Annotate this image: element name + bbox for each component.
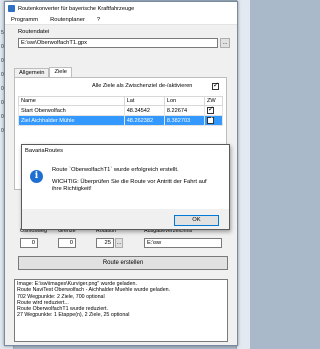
cell-zw [204, 105, 223, 116]
menu-bar: Programm Routenplaner ? [5, 15, 237, 25]
cell-lat: 48.262382 [123, 115, 165, 126]
route-file-input[interactable]: E:\sw\OberwolfachT1.gpx [18, 38, 218, 48]
background-window-right [236, 0, 250, 349]
zw-checkbox[interactable] [207, 116, 214, 124]
title-bar: Routenkonverter für bayerische Kraftfahr… [5, 2, 237, 15]
cell-lon: 8.382703 [163, 115, 206, 126]
stopover-toggle-label: Alle Ziele als Zwischenziel de-/aktivier… [92, 83, 193, 89]
dialog-title: BavariaRoutes [22, 145, 229, 157]
output-dir-input[interactable]: E:\sw [144, 238, 222, 248]
ok-button[interactable]: OK [174, 215, 219, 226]
route-file-browse-button[interactable]: ... [220, 38, 230, 48]
log-output[interactable]: Image: E:\sw\images\Kurviger.png" wurde … [14, 279, 228, 342]
dialog-message: Route `OberwolfachT1` wurde erfolgreich … [52, 167, 179, 173]
app-icon [8, 5, 15, 12]
column-header-zw[interactable]: ZW [204, 96, 223, 106]
dialog-warning-line1: WICHTIG: Überprüfen Sie die Route vor An… [52, 179, 207, 185]
osmosweg-input[interactable]: 0 [20, 238, 38, 248]
stopover-toggle-checkbox[interactable] [212, 82, 219, 90]
menu-programm[interactable]: Programm [5, 17, 44, 23]
zw-checkbox[interactable] [207, 106, 214, 114]
cell-lat: 48.34542 [123, 105, 165, 116]
cell-lon: 8.22674 [163, 105, 206, 116]
route-file-label: Routendatei [18, 29, 50, 35]
dialog-warning-line2: ihre Richtigkeit! [52, 186, 92, 192]
column-header-name[interactable]: Name [18, 96, 125, 106]
table-row[interactable]: Start Oberwolfach 48.34542 8.22674 [18, 105, 223, 116]
column-header-lat[interactable]: Lat [123, 96, 165, 106]
destinations-table: Name Lat Lon ZW Start Oberwolfach 48.345… [18, 96, 223, 126]
cell-name: Start Oberwolfach [18, 105, 125, 116]
create-route-button[interactable]: Route erstellen [18, 256, 228, 270]
window-title: Routenkonverter für bayerische Kraftfahr… [18, 5, 135, 12]
info-icon: i [30, 170, 43, 183]
menu-routenplaner[interactable]: Routenplaner [44, 17, 91, 23]
cell-zw [204, 115, 223, 126]
cell-name: Ziel Aichhalder Mühle [18, 115, 125, 126]
menu-help[interactable]: ? [91, 17, 106, 23]
rotation-input[interactable]: 25 [96, 238, 114, 248]
table-header-row: Name Lat Lon ZW [18, 96, 223, 106]
message-dialog: BavariaRoutes i Route `OberwolfachT1` wu… [21, 144, 230, 230]
column-header-lon[interactable]: Lon [163, 96, 206, 106]
grenze-input[interactable]: 0 [58, 238, 76, 248]
log-line: 27 Wegpunkte: 1 Etappe(n), 2 Ziele, 25 o… [17, 312, 130, 319]
table-row[interactable]: Ziel Aichhalder Mühle 48.262382 8.382703 [18, 115, 223, 126]
dialog-body: i Route `OberwolfachT1` wurde erfolgreic… [22, 157, 229, 209]
rotation-browse-button[interactable]: ... [115, 238, 123, 248]
